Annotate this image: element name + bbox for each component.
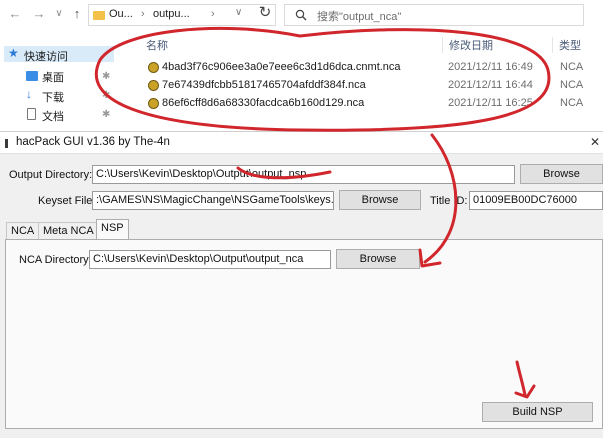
address-bar[interactable]: Ou... › outpu... › ∨: [88, 4, 276, 26]
file-name: 7e67439dfcbb51817465704afddf384f.nca: [162, 79, 366, 91]
close-icon[interactable]: ✕: [590, 135, 600, 149]
pin-icon[interactable]: ✱: [102, 90, 110, 101]
recent-locations-icon[interactable]: ∨: [52, 6, 66, 22]
column-header-date[interactable]: 修改日期: [442, 37, 493, 53]
refresh-icon[interactable]: ↻: [256, 5, 274, 21]
breadcrumb-separator: ›: [211, 8, 215, 20]
sidebar-item-documents[interactable]: 文档: [10, 106, 114, 123]
up-arrow-icon[interactable]: ↑: [70, 6, 84, 22]
breadcrumb-segment[interactable]: outpu...: [153, 8, 190, 20]
nca-file-icon: [148, 80, 159, 91]
file-type: NCA: [560, 61, 584, 73]
keyset-file-field[interactable]: :\GAMES\NS\MagicChange\NSGameTools\keys.…: [92, 191, 334, 210]
window-title: hacPack GUI v1.36 by The-4n: [16, 136, 170, 148]
pin-icon[interactable]: ✱: [102, 71, 110, 82]
output-directory-label: Output Directory:: [9, 169, 93, 181]
folder-icon: [93, 11, 105, 20]
app-icon: [5, 139, 8, 148]
file-row[interactable]: 7e67439dfcbb51817465704afddf384f.nca 202…: [142, 76, 603, 94]
file-date: 2021/12/11 16:49: [448, 61, 533, 73]
nca-directory-label: NCA Directory:: [19, 254, 92, 266]
title-id-label: Title ID:: [430, 195, 468, 207]
file-date: 2021/12/11 16:25: [448, 97, 533, 109]
tab-nca[interactable]: NCA: [6, 222, 40, 240]
nca-file-icon: [148, 98, 159, 109]
search-icon: [295, 9, 307, 21]
build-nsp-button[interactable]: Build NSP: [482, 402, 593, 422]
file-name: 4bad3f76c906ee3a0e7eee6c3d1d6dca.cnmt.nc…: [162, 61, 401, 73]
output-directory-field[interactable]: C:\Users\Kevin\Desktop\Output\output_nsp: [92, 165, 515, 184]
sidebar-item-downloads[interactable]: ↓ 下载: [10, 87, 114, 104]
keyset-browse-button[interactable]: Browse: [339, 190, 421, 210]
sidebar-item-label: 快速访问: [24, 51, 68, 63]
file-row[interactable]: 4bad3f76c906ee3a0e7eee6c3d1d6dca.cnmt.nc…: [142, 58, 603, 76]
tab-meta-nca[interactable]: Meta NCA: [38, 222, 99, 240]
hacpack-title-bar: hacPack GUI v1.36 by The-4n ✕: [0, 131, 603, 154]
output-browse-button[interactable]: Browse: [520, 164, 603, 184]
sidebar-item-label: 文档: [42, 111, 64, 123]
title-id-field[interactable]: 01009EB00DC76000: [469, 191, 603, 210]
file-date: 2021/12/11 16:44: [448, 79, 533, 91]
forward-arrow-icon[interactable]: →: [32, 6, 46, 22]
breadcrumb-separator: ›: [141, 8, 145, 20]
star-icon: ★: [8, 46, 19, 60]
file-row[interactable]: 86ef6cff8d6a68330facdca6b160d129.nca 202…: [142, 94, 603, 112]
file-type: NCA: [560, 79, 584, 91]
sidebar-item-label: 桌面: [42, 72, 64, 84]
document-icon: [27, 108, 36, 120]
search-input[interactable]: 搜索"output_nca": [317, 8, 401, 24]
file-explorer-window: ← → ∨ ↑ Ou... › outpu... › ∨ ↻ 搜索"output…: [0, 0, 603, 126]
address-dropdown-icon[interactable]: ∨: [235, 7, 242, 18]
download-icon: ↓: [26, 87, 32, 101]
breadcrumb-segment[interactable]: Ou...: [109, 8, 133, 20]
search-box[interactable]: 搜索"output_nca": [284, 4, 584, 26]
nca-file-icon: [148, 62, 159, 73]
tab-nsp[interactable]: NSP: [96, 219, 129, 240]
back-arrow-icon[interactable]: ←: [8, 6, 22, 22]
nca-browse-button[interactable]: Browse: [336, 249, 420, 269]
column-header-name[interactable]: 名称: [146, 37, 168, 53]
sidebar-item-quick-access[interactable]: ★ 快速访问: [4, 46, 114, 63]
file-type: NCA: [560, 97, 584, 109]
keyset-file-label: Keyset File:: [38, 195, 96, 207]
sidebar-item-desktop[interactable]: 桌面: [10, 68, 114, 84]
pin-icon[interactable]: ✱: [102, 109, 110, 120]
desktop-icon: [26, 71, 38, 81]
file-name: 86ef6cff8d6a68330facdca6b160d129.nca: [162, 97, 365, 109]
navigation-pane: ★ 快速访问 桌面 ↓ 下载 文档 ✱ ✱ ✱: [0, 40, 116, 126]
column-header-type[interactable]: 类型: [552, 37, 581, 53]
sidebar-item-label: 下载: [42, 92, 64, 104]
nca-directory-field[interactable]: C:\Users\Kevin\Desktop\Output\output_nca: [89, 250, 331, 269]
